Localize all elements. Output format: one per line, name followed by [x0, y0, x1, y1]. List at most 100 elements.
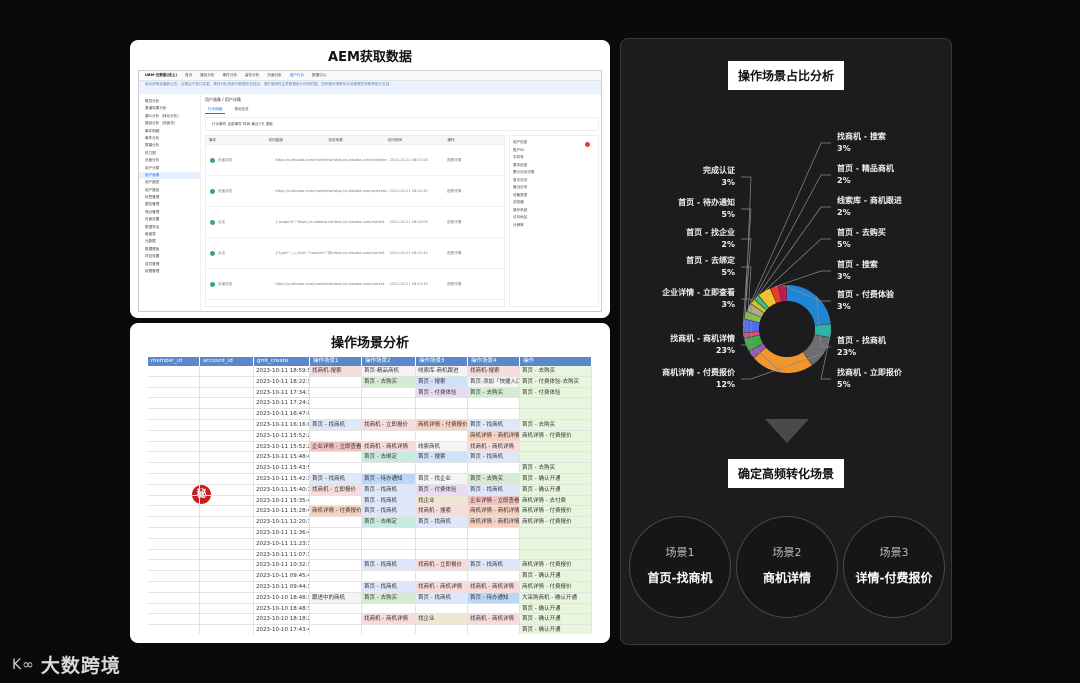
aem-sidebar-item[interactable]: 路径分析（页面流）: [139, 120, 200, 127]
aem-cell-action[interactable]: 查看详情: [447, 251, 504, 256]
sheet-cell-member: [148, 430, 200, 442]
sheet-header-cell: 操作场景4: [468, 357, 520, 366]
sheet-cell-scene: [520, 538, 592, 550]
aem-filter-bar[interactable]: 行为事件 全部事件 时间 最近7天 搜索: [205, 117, 599, 131]
sheet-cell-scene: 首页 - 找商机: [362, 506, 416, 518]
sheet-cell-account: [200, 452, 254, 464]
sheet-cell-scene: 首页 - 搜索: [416, 376, 468, 388]
aem-event-table: 事件 访问链接 访问来源 访问时间 操作 页面浏览 https://s.alibaba.co…: [205, 135, 505, 307]
pie-label-name: 找商机 - 立即报价: [837, 368, 902, 377]
aem-nav-home[interactable]: 首页: [185, 73, 192, 78]
sheet-cell-scene: [362, 398, 416, 410]
sheet-cell-member: [148, 614, 200, 626]
sheet-cell-scene: [362, 625, 416, 634]
aem-nav-retention[interactable]: 留存分析: [245, 73, 259, 78]
aem-cell-source: https://s.alibaba.com/market: [332, 220, 385, 224]
aem-sidebar-item[interactable]: 事件明细: [139, 128, 200, 135]
sheet-cell-scene: [416, 409, 468, 420]
scene-spreadsheet: member_id account_id gmt_create 操作场景1 操作场景2 操…: [148, 357, 592, 634]
aem-nav-path[interactable]: 路径分析: [200, 73, 214, 78]
watermark-text: 大数跨境: [40, 655, 121, 677]
sheet-cell-member: [148, 420, 200, 431]
sheet-cell-account: [200, 420, 254, 431]
sheet-cell-time: 2023-10-11 15:42:37: [254, 474, 310, 485]
sheet-cell-scene: 找商机 - 立即报价: [416, 560, 468, 572]
aem-nav-data[interactable]: 数据中心: [312, 73, 326, 78]
aem-sidebar-item[interactable]: 用户分群: [139, 165, 200, 172]
aem-sidebar-item[interactable]: 数据看板: [139, 246, 200, 253]
aem-sidebar-item[interactable]: 元数据: [139, 238, 200, 245]
aem-cell-action[interactable]: 查看详情: [447, 220, 504, 225]
sheet-row: 2023-10-11 11:23:18: [148, 538, 592, 550]
aem-nav-event[interactable]: 事件分析: [223, 73, 237, 78]
aem-cell-action[interactable]: 查看详情: [447, 158, 504, 163]
aem-tab-basic[interactable]: 基础信息: [231, 106, 251, 114]
pie-leader-line: [748, 142, 831, 308]
aem-sidebar-item[interactable]: 事件分析: [139, 135, 200, 142]
sheet-cell-account: [200, 528, 254, 539]
aem-sidebar-item[interactable]: 用户画像: [139, 171, 200, 180]
aem-sidebar-item[interactable]: 用户路径: [139, 187, 200, 194]
pie-title: 操作场景占比分析: [728, 61, 845, 90]
aem-detail-field: 设备类型: [513, 192, 528, 197]
sheet-cell-scene: [362, 463, 416, 474]
aem-sidebar-item[interactable]: 漏斗分析（转化分析）: [139, 113, 200, 120]
sheet-cell-account: [200, 366, 254, 377]
aem-sidebar-item[interactable]: 维度表: [139, 231, 200, 238]
sheet-cell-account: [200, 603, 254, 615]
pie-leader-line: [756, 206, 831, 298]
sheet-row: 2023-10-11 10:32:36 首页 - 找商机 找商机 - 立即报价 首页 …: [148, 560, 592, 572]
aem-sidebar-item[interactable]: 页面设置: [139, 216, 200, 223]
pie-label-name: 商机详情 - 付费报价: [662, 368, 735, 377]
sheet-cell-member: [148, 463, 200, 474]
aem-cell-action[interactable]: 查看详情: [447, 282, 504, 287]
aem-detail-field: 用户信息: [513, 140, 528, 144]
sheet-cell-scene: 首页 - 待办通知: [468, 592, 520, 604]
aem-table-header-cell: 访问链接: [268, 137, 283, 142]
sheet-cell-scene: 首页 - 去绑定: [362, 452, 416, 464]
aem-sidebar-item[interactable]: 权限管理: [139, 268, 200, 275]
aem-nav-page[interactable]: 页面分析: [267, 73, 281, 78]
sheet-cell-scene: [310, 528, 362, 539]
aem-cell-time: 2023-10-11 08:21:30: [389, 189, 428, 193]
aem-sidebar: 概览分析 渠道效果分析 漏斗分析（转化分析） 路径分析（页面流） 事件明细 事件分析 屏幕分…: [139, 94, 201, 311]
aem-sidebar-item[interactable]: 渠道效果分析: [139, 105, 200, 112]
aem-sidebar-item[interactable]: 概览分析: [139, 98, 200, 105]
aem-cell-action[interactable]: 查看详情: [447, 189, 504, 194]
sheet-cell-scene: [468, 571, 520, 582]
aem-sidebar-item[interactable]: 成员管理: [139, 261, 200, 268]
aem-sidebar-item[interactable]: 页面分析: [139, 157, 200, 164]
sheet-header-cell: 操作场景3: [416, 357, 468, 366]
sheet-cell-scene: 首页 - 找商机: [310, 474, 362, 485]
sheet-row: 2023-10-11 15:48:46 首页 - 去绑定 首页 - 搜索 首页 - 找…: [148, 452, 592, 464]
aem-sidebar-item[interactable]: 热力图: [139, 150, 200, 157]
aem-nav-user[interactable]: 用户行为: [290, 73, 304, 78]
aem-cell-source: https://s.alibaba.com/selection: [332, 189, 388, 193]
aem-sidebar-item[interactable]: 项目设置: [139, 253, 200, 260]
sheet-cell-time: 2023-10-11 15:52:24: [254, 430, 310, 442]
sheet-cell-member: [148, 571, 200, 582]
aem-sidebar-item[interactable]: 屏幕分析: [139, 142, 200, 149]
sheet-row: 2023-10-11 15:52:24 商机详情 - 商机详情 商机详情 - 付费报…: [148, 430, 592, 442]
aem-sidebar-item[interactable]: 标签管理: [139, 194, 200, 201]
sheet-cell-scene: 首页 - 去购买: [520, 366, 592, 377]
sheet-cell-scene: [310, 463, 362, 474]
aem-sidebar-item[interactable]: 属性管理: [139, 201, 200, 208]
sheet-cell-scene: 商机详情 - 付费报价: [520, 506, 592, 518]
sheet-cell-time: 2023-10-11 18:22:36: [254, 376, 310, 388]
aem-sidebar-item[interactable]: 埋点管理: [139, 209, 200, 216]
aem-detail-field: 操作系统: [513, 207, 528, 212]
pie-label: 企业详情 - 立即查看 3%: [633, 287, 735, 311]
sheet-cell-scene: 首页 - 找商机: [362, 484, 416, 496]
sheet-cell-scene: [468, 528, 520, 539]
aem-cell-source: https://s.alibaba.com/selection: [332, 158, 388, 162]
event-dot-icon: [210, 281, 215, 287]
sheet-cell-scene: [520, 528, 592, 539]
sheet-cell-scene: 首页 - 找商机: [468, 420, 520, 431]
aem-sidebar-item[interactable]: 数据导出: [139, 224, 200, 231]
aem-tab-behavior[interactable]: 行为明细: [205, 106, 226, 114]
aem-cell-url: {"pageUrl":"https://s.alibaba.com/market…: [275, 220, 333, 224]
aem-table-header: 事件 访问链接 访问来源 访问时间 操作: [206, 136, 504, 145]
aem-sidebar-item[interactable]: 用户细查: [139, 179, 200, 186]
aem-table-header-cell: 访问来源: [328, 137, 343, 142]
